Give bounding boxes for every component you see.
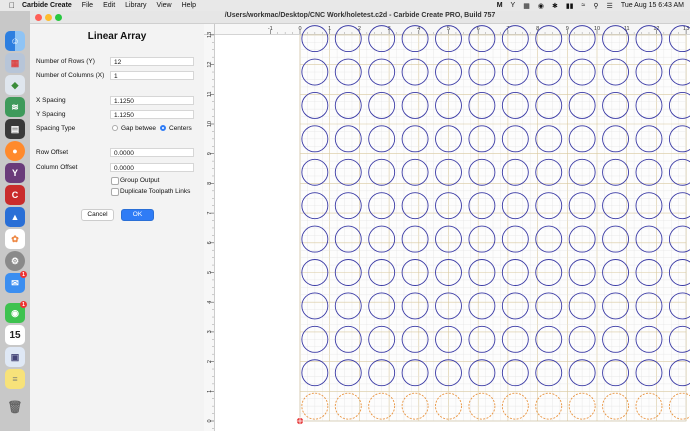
row-offset-label: Row Offset bbox=[36, 149, 69, 156]
top-ruler-label: 5 bbox=[447, 26, 450, 32]
calendar-day: 15 bbox=[9, 329, 21, 341]
mail-icon[interactable]: ✉ 1 bbox=[5, 271, 27, 293]
battery-icon[interactable]: ▮▮ bbox=[566, 2, 574, 10]
left-ruler-label: 13 bbox=[207, 32, 213, 38]
firefox-icon[interactable]: ● bbox=[5, 141, 25, 161]
preview-icon[interactable]: ▣ bbox=[5, 347, 25, 367]
menu-view[interactable]: View bbox=[157, 2, 172, 9]
carbide-icon[interactable]: C bbox=[5, 185, 25, 205]
status-m-icon[interactable]: M bbox=[497, 2, 503, 9]
left-ruler-label: 12 bbox=[207, 62, 213, 68]
apple-icon[interactable]:  bbox=[6, 1, 18, 10]
top-ruler-label: -1 bbox=[268, 26, 273, 32]
left-ruler-label: 8 bbox=[207, 182, 213, 185]
system-settings-icon[interactable]: ⚙ bbox=[5, 251, 25, 271]
left-ruler-label: 3 bbox=[207, 330, 213, 333]
group-output-checkbox[interactable] bbox=[111, 177, 119, 185]
row-offset-input[interactable]: 0.0000 bbox=[110, 148, 194, 157]
finder-icon[interactable]: ☺ bbox=[5, 31, 25, 51]
left-ruler-label: 11 bbox=[207, 91, 213, 97]
left-ruler-label: 7 bbox=[207, 212, 213, 215]
status-grid-icon[interactable]: ▦ bbox=[523, 2, 530, 10]
vm-icon[interactable]: ◆ bbox=[5, 75, 25, 95]
x-spacing-input[interactable]: 1.1250 bbox=[110, 96, 194, 105]
left-ruler-label: 1 bbox=[207, 390, 213, 393]
linear-array-panel: Linear Array Number of Rows (Y) 12 Numbe… bbox=[30, 24, 204, 431]
notes-icon[interactable]: ≡ bbox=[5, 369, 25, 389]
left-ruler-label: 0 bbox=[207, 419, 213, 422]
messages-badge: 1 bbox=[20, 301, 27, 308]
column-offset-label: Column Offset bbox=[36, 164, 78, 171]
wifi-icon[interactable]: ≈ bbox=[582, 2, 586, 9]
mail-badge: 1 bbox=[20, 271, 27, 278]
design-canvas[interactable]: -1 0 1 2 3 4 5 6 7 8 9 10 11 12 13 13 12 11 10 9 8 7 6 5 4 3 2 1 0 bbox=[204, 24, 690, 431]
affinity-icon[interactable]: ▲ bbox=[5, 207, 25, 227]
status-app-icon[interactable]: ◉ bbox=[538, 2, 544, 10]
column-offset-input[interactable]: 0.0000 bbox=[110, 163, 194, 172]
left-ruler-label: 9 bbox=[207, 152, 213, 155]
panel-title: Linear Array bbox=[87, 31, 147, 42]
top-ruler-label: 1 bbox=[328, 26, 331, 32]
launchpad-icon[interactable]: ▦ bbox=[5, 53, 25, 73]
duplicate-links-checkbox[interactable] bbox=[111, 188, 119, 196]
messages-icon[interactable]: ◉ 1 bbox=[5, 301, 27, 323]
ok-button[interactable]: OK bbox=[121, 209, 154, 221]
canvas-svg[interactable]: -1 0 1 2 3 4 5 6 7 8 9 10 11 12 13131211109876543210 bbox=[204, 24, 690, 431]
window-title: /Users/workmac/Desktop/CNC Work/holetest… bbox=[224, 12, 496, 19]
left-ruler-label: 5 bbox=[207, 271, 213, 274]
top-ruler-label: 9 bbox=[566, 26, 569, 32]
rows-input[interactable]: 12 bbox=[110, 57, 194, 66]
menu-app-name[interactable]: Carbide Create bbox=[22, 2, 72, 9]
title-bar[interactable]: /Users/workmac/Desktop/CNC Work/holetest… bbox=[30, 11, 690, 24]
top-ruler-label: 10 bbox=[594, 26, 600, 32]
menu-help[interactable]: Help bbox=[182, 2, 196, 9]
photos-icon[interactable]: ✿ bbox=[5, 229, 25, 249]
app-window: /Users/workmac/Desktop/CNC Work/holetest… bbox=[30, 11, 690, 431]
menu-edit[interactable]: Edit bbox=[103, 2, 115, 9]
top-ruler-label: 0 bbox=[298, 26, 301, 32]
left-ruler-label: 2 bbox=[207, 360, 213, 363]
left-ruler-label: 6 bbox=[207, 241, 213, 244]
gap-radio[interactable] bbox=[112, 125, 118, 131]
clock[interactable]: Tue Aug 15 6:43 AM bbox=[621, 2, 684, 9]
app-y-icon[interactable]: Y bbox=[5, 163, 25, 183]
menu-library[interactable]: Library bbox=[125, 2, 146, 9]
stack-icon[interactable]: ≋ bbox=[5, 97, 25, 117]
calendar-icon[interactable]: 15 bbox=[5, 325, 25, 345]
bluetooth-icon[interactable]: ✱ bbox=[552, 2, 558, 10]
centers-radio[interactable] bbox=[160, 125, 166, 131]
y-spacing-input[interactable]: 1.1250 bbox=[110, 110, 194, 119]
x-spacing-label: X Spacing bbox=[36, 97, 66, 104]
dock: ☺ ▦ ◆ ≋ ▤ ● Y C ▲ ✿ ⚙ ✉ 1 ◉ 1 15 ▣ ≡ 🗑 bbox=[0, 11, 30, 431]
search-icon[interactable]: ⚲ bbox=[593, 2, 598, 10]
control-center-icon[interactable]: ☰ bbox=[607, 2, 613, 10]
y-spacing-label: Y Spacing bbox=[36, 111, 66, 118]
rows-label: Number of Rows (Y) bbox=[36, 58, 95, 65]
duplicate-links-label: Duplicate Toolpath Links bbox=[120, 188, 191, 195]
trash-icon[interactable]: 🗑 bbox=[5, 397, 25, 417]
centers-label: Centers bbox=[169, 125, 192, 132]
cancel-button[interactable]: Cancel bbox=[81, 209, 114, 221]
menu-file[interactable]: File bbox=[82, 2, 93, 9]
group-output-label: Group Output bbox=[120, 177, 160, 184]
status-y-icon[interactable]: Y bbox=[511, 2, 516, 9]
left-ruler bbox=[204, 24, 214, 431]
columns-input[interactable]: 1 bbox=[110, 71, 194, 80]
left-ruler-label: 10 bbox=[207, 121, 213, 127]
calculator-icon[interactable]: ▤ bbox=[5, 119, 25, 139]
left-ruler-label: 4 bbox=[207, 301, 213, 304]
menu-bar:  Carbide Create File Edit Library View … bbox=[0, 0, 690, 11]
spacing-type-label: Spacing Type bbox=[36, 125, 76, 132]
columns-label: Number of Columns (X) bbox=[36, 72, 105, 79]
gap-label: Gap betwee bbox=[121, 125, 157, 132]
